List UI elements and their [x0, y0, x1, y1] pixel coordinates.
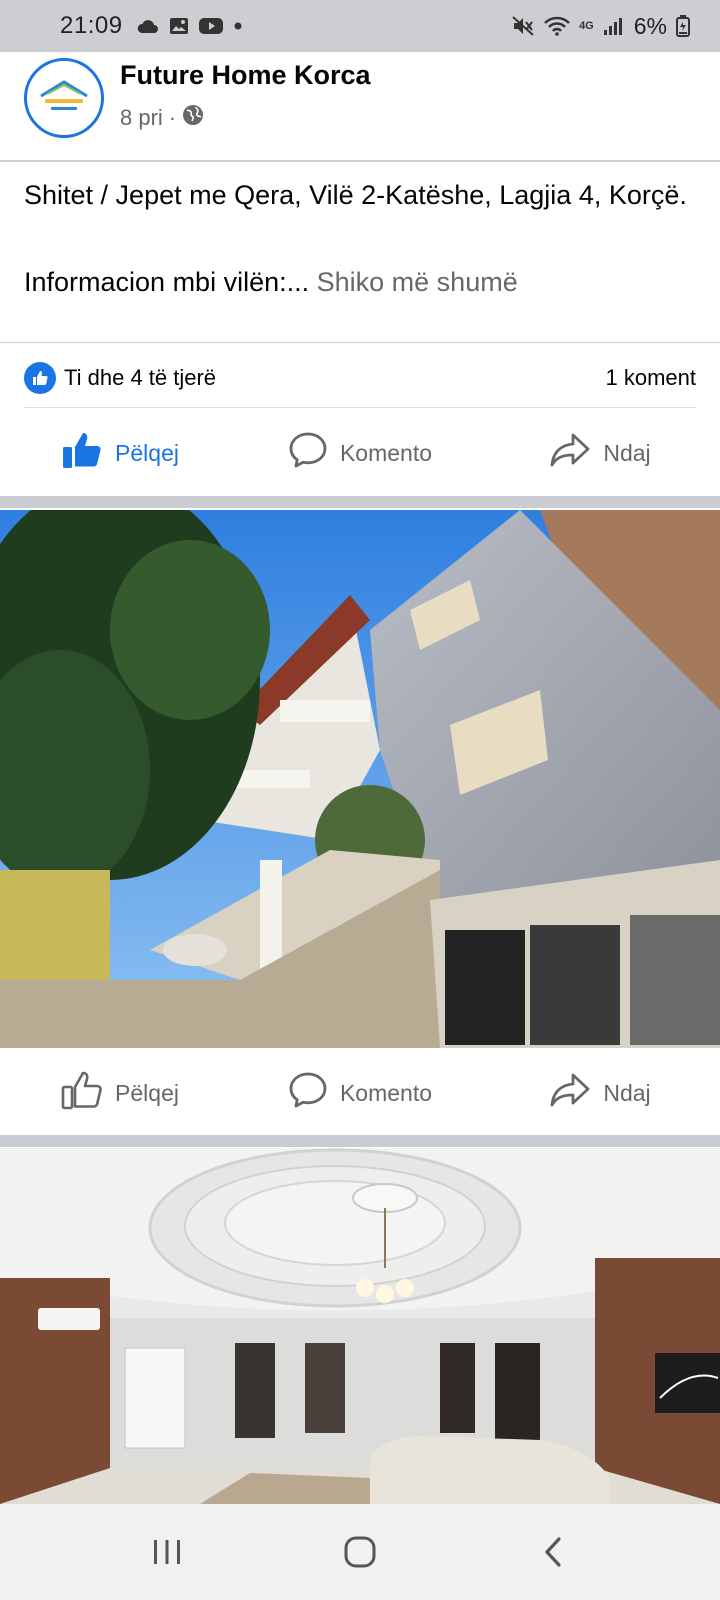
logo-icon	[40, 80, 88, 110]
status-bar: 21:09 4G 6%	[0, 0, 720, 52]
reactions-summary[interactable]: Ti dhe 4 të tjerë	[64, 365, 216, 391]
comment-icon	[288, 1071, 328, 1115]
post-time[interactable]: 8 pri	[120, 105, 163, 131]
like-button[interactable]: Pëlqej	[0, 430, 240, 476]
photo-share-button[interactable]: Ndaj	[480, 1071, 720, 1115]
youtube-icon	[198, 17, 223, 35]
status-time: 21:09	[60, 12, 123, 39]
post-text-line2: Informacion mbi vilën:...	[24, 267, 310, 297]
photo-comment-button[interactable]: Komento	[240, 1071, 480, 1115]
comments-count[interactable]: 1 koment	[606, 365, 697, 391]
page-avatar[interactable]	[24, 58, 104, 138]
post-header: Future Home Korca 8 pri ·	[0, 52, 720, 160]
see-more-link[interactable]: Shiko më shumë	[317, 267, 518, 297]
share-icon	[549, 1071, 591, 1115]
reactions-row: Ti dhe 4 të tjerë 1 koment	[24, 358, 696, 398]
post-meta: 8 pri ·	[120, 104, 204, 132]
text-divider	[0, 342, 720, 343]
comment-icon	[288, 431, 328, 475]
like-reaction-icon	[24, 362, 56, 394]
cloud-icon	[137, 18, 159, 34]
share-button[interactable]: Ndaj	[480, 431, 720, 475]
system-navigation-bar	[0, 1504, 720, 1600]
photo-comment-label: Komento	[339, 1079, 433, 1106]
home-icon[interactable]	[320, 1522, 400, 1582]
share-icon	[549, 431, 591, 475]
battery-icon	[676, 15, 690, 37]
villa-exterior-photo[interactable]	[0, 510, 720, 1048]
gallery-icon	[169, 17, 189, 35]
globe-icon	[182, 104, 204, 132]
mute-icon	[511, 15, 535, 37]
battery-percent: 6%	[633, 12, 667, 39]
network-label: 4G	[579, 19, 594, 32]
meta-separator: ·	[168, 105, 177, 130]
reaction-divider	[24, 407, 696, 408]
post-text-line2-wrap: Informacion mbi vilën:... Shiko më shumë	[24, 261, 704, 304]
status-system-icons: 4G 6%	[511, 13, 690, 40]
post-text-line1: Shitet / Jepet me Qera, Vilë 2-Katëshe, …	[24, 180, 687, 210]
photo-like-button[interactable]: Pëlqej	[0, 1070, 240, 1116]
photo-action-bar: Pëlqej Komento Ndaj	[0, 1058, 720, 1128]
page-name[interactable]: Future Home Korca	[120, 60, 371, 91]
section-gap	[0, 1135, 720, 1147]
wifi-icon	[544, 16, 570, 36]
share-label: Ndaj	[603, 439, 651, 466]
photo-share-label: Ndaj	[603, 1079, 651, 1106]
comment-label: Komento	[339, 439, 433, 466]
thumbs-up-outline-icon	[61, 1070, 103, 1116]
living-room-photo[interactable]	[0, 1148, 720, 1504]
signal-icon	[603, 16, 625, 36]
section-gap	[0, 496, 720, 508]
network-4g-icon: 4G	[579, 19, 594, 32]
header-divider	[0, 160, 720, 162]
post-text: Shitet / Jepet me Qera, Vilë 2-Katëshe, …	[24, 174, 704, 304]
dot-icon	[233, 21, 243, 31]
status-notification-icons	[137, 17, 243, 35]
post-action-bar: Pëlqej Komento Ndaj	[0, 418, 720, 488]
photo-like-label: Pëlqej	[115, 1079, 179, 1106]
comment-button[interactable]: Komento	[240, 431, 480, 475]
thumbs-up-filled-icon	[61, 430, 103, 476]
like-label: Pëlqej	[115, 439, 179, 466]
back-icon[interactable]	[513, 1522, 593, 1582]
recent-apps-icon[interactable]	[127, 1522, 207, 1582]
